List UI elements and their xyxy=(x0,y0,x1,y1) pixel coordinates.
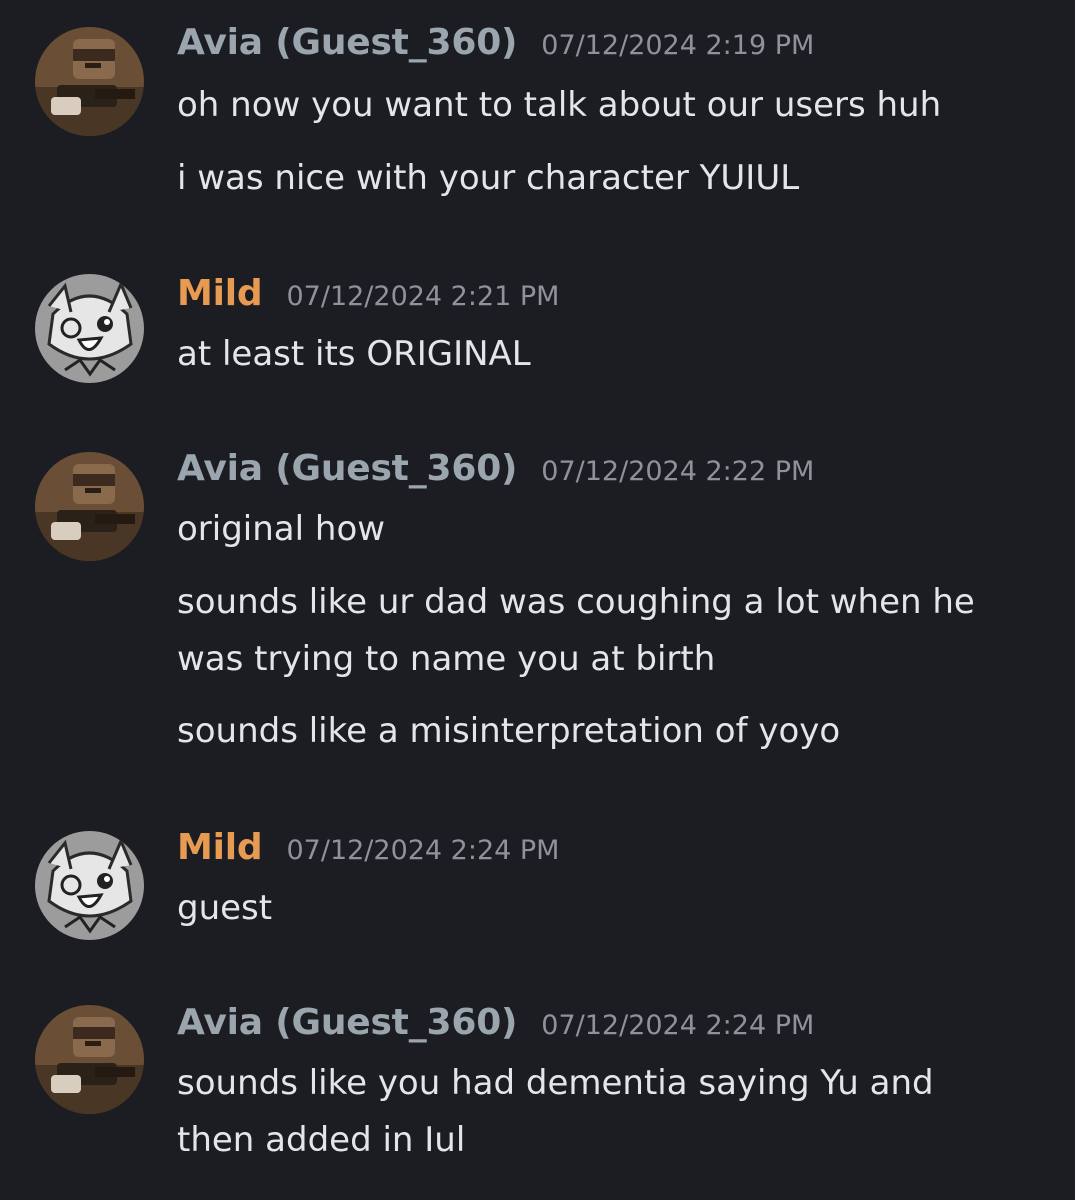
roblox-character-avatar-icon xyxy=(35,1005,144,1114)
message-text: i was nice with your character YUIUL xyxy=(177,158,800,198)
message-text: then added in Iul xyxy=(177,1120,466,1160)
timestamp: 07/12/2024 2:21 PM xyxy=(286,281,560,312)
roblox-character-avatar-icon xyxy=(35,452,144,561)
message-text: sounds like a misinterpretation of yoyo xyxy=(177,711,841,751)
message-text: was trying to name you at birth xyxy=(177,639,716,679)
username[interactable]: Avia (Guest_360) xyxy=(177,1002,517,1043)
timestamp: 07/12/2024 2:24 PM xyxy=(541,1010,815,1041)
timestamp: 07/12/2024 2:22 PM xyxy=(541,456,815,487)
avatar[interactable] xyxy=(35,1005,144,1114)
message-header: Mild 07/12/2024 2:24 PM xyxy=(177,827,559,873)
message-text: guest xyxy=(177,888,273,928)
chat-message-list: Avia (Guest_360) 07/12/2024 2:19 PM oh n… xyxy=(0,0,1075,1200)
sketch-face-avatar-icon xyxy=(35,274,144,383)
timestamp: 07/12/2024 2:24 PM xyxy=(286,835,560,866)
username[interactable]: Mild xyxy=(177,273,263,314)
message-text: sounds like ur dad was coughing a lot wh… xyxy=(177,582,975,622)
sketch-face-avatar-icon xyxy=(35,831,144,940)
roblox-character-avatar-icon xyxy=(35,27,144,136)
message-header: Mild 07/12/2024 2:21 PM xyxy=(177,273,559,319)
avatar[interactable] xyxy=(35,831,144,940)
avatar[interactable] xyxy=(35,274,144,383)
username[interactable]: Avia (Guest_360) xyxy=(177,448,517,489)
message-text: oh now you want to talk about our users … xyxy=(177,85,942,125)
timestamp: 07/12/2024 2:19 PM xyxy=(541,30,815,61)
message-text: sounds like you had dementia saying Yu a… xyxy=(177,1063,934,1103)
message-text: original how xyxy=(177,509,386,549)
username[interactable]: Mild xyxy=(177,827,263,868)
avatar[interactable] xyxy=(35,452,144,561)
avatar[interactable] xyxy=(35,27,144,136)
message-text: at least its ORIGINAL xyxy=(177,334,531,374)
username[interactable]: Avia (Guest_360) xyxy=(177,22,517,63)
message-header: Avia (Guest_360) 07/12/2024 2:22 PM xyxy=(177,448,814,494)
message-header: Avia (Guest_360) 07/12/2024 2:19 PM xyxy=(177,22,814,68)
message-header: Avia (Guest_360) 07/12/2024 2:24 PM xyxy=(177,1002,814,1048)
